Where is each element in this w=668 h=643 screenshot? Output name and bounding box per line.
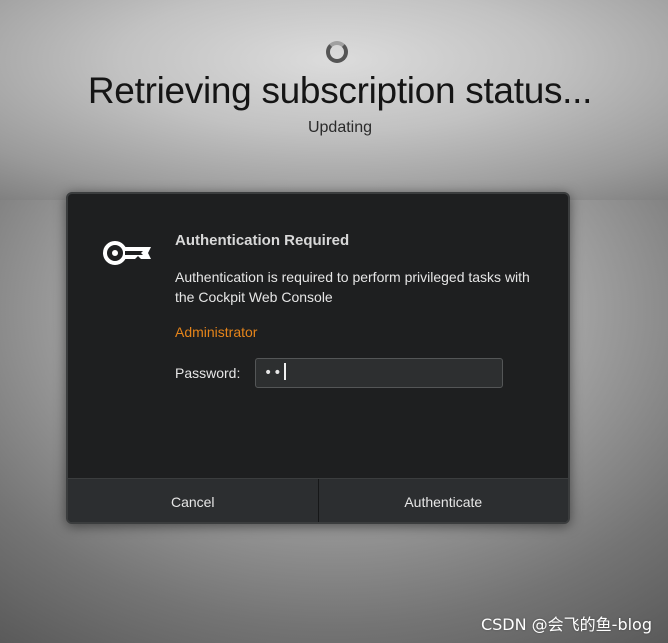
background-subtitle: Updating — [307, 119, 373, 136]
authenticate-button[interactable]: Authenticate — [317, 479, 568, 522]
authentication-dialog: Authentication Required Authentication i… — [66, 192, 570, 524]
loading-spinner-icon — [326, 41, 348, 63]
password-input[interactable]: •• — [255, 358, 503, 388]
cancel-button[interactable]: Cancel — [68, 479, 318, 522]
password-value: •• — [264, 363, 286, 381]
dialog-title: Authentication Required — [175, 232, 350, 249]
watermark-text: CSDN @会飞的鱼-blog — [480, 615, 652, 634]
password-label: Password: — [175, 365, 241, 381]
dialog-message: Authentication is required to perform pr… — [175, 269, 530, 305]
user-name: Administrator — [175, 324, 258, 340]
text-caret — [283, 363, 286, 380]
key-icon — [103, 241, 151, 265]
background-title: Retrieving subscription status... — [87, 70, 593, 111]
dialog-button-row: Cancel Authenticate — [68, 478, 568, 522]
